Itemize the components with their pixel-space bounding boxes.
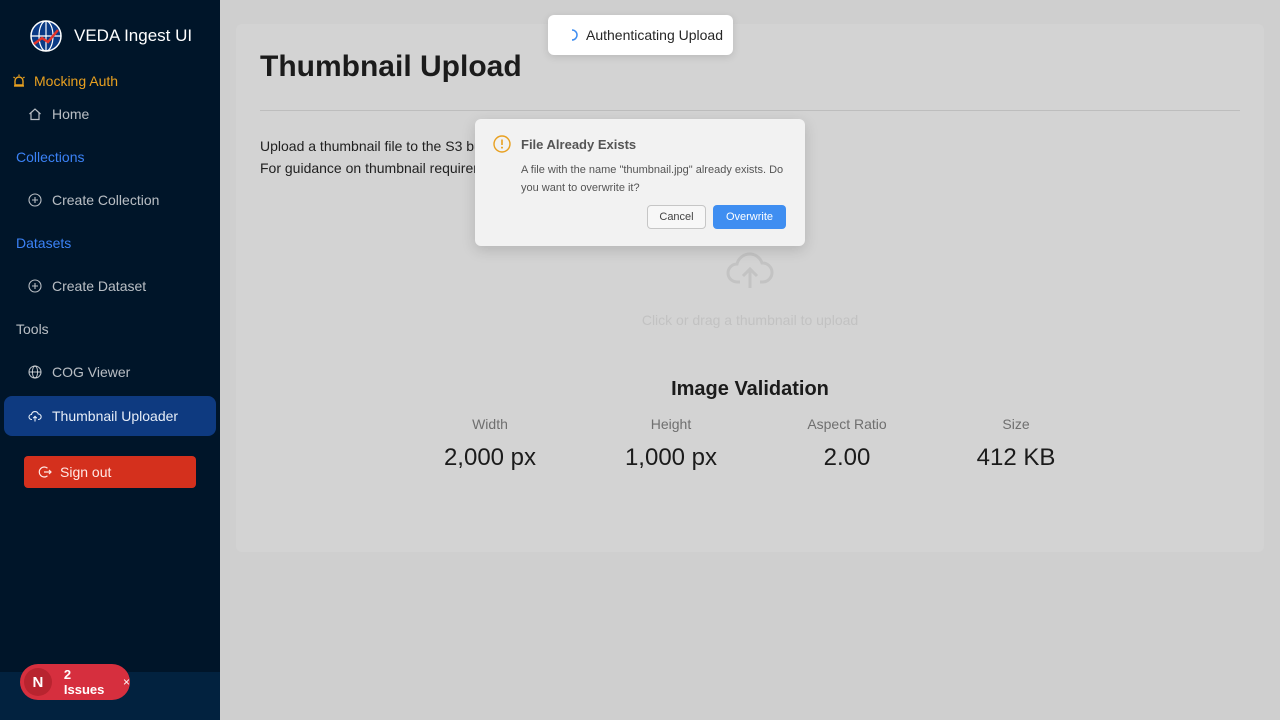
- sidebar-item-label: Home: [52, 106, 90, 122]
- sidebar-item-cog-viewer[interactable]: COG Viewer: [4, 352, 216, 392]
- stat-label: Width: [472, 416, 508, 432]
- stat-label: Height: [650, 416, 692, 432]
- close-icon[interactable]: ×: [123, 675, 130, 689]
- cloud-upload-icon: [28, 411, 42, 422]
- cloud-upload-icon[interactable]: [726, 250, 774, 290]
- validation-title: Image Validation: [671, 378, 829, 400]
- sidebar-item-create-collection[interactable]: Create Collection: [4, 180, 216, 220]
- group-label-datasets[interactable]: Datasets: [16, 235, 71, 251]
- upload-dropzone-prompt[interactable]: Click or drag a thumbnail to upload: [236, 312, 1264, 328]
- brand[interactable]: VEDA Ingest UI: [30, 20, 192, 52]
- home-icon: [29, 108, 41, 121]
- plus-circle-icon: [28, 193, 42, 207]
- app-title: VEDA Ingest UI: [74, 26, 193, 45]
- divider: [260, 110, 1240, 111]
- nextjs-logo-icon: N: [24, 668, 52, 696]
- plus-circle-icon: [28, 279, 42, 293]
- issues-count: 2 Issues: [63, 667, 105, 697]
- sidebar-item-thumbnail-uploader[interactable]: Thumbnail Uploader: [4, 396, 216, 436]
- stat-value: 412 KB: [976, 444, 1056, 471]
- sign-out-label: Sign out: [60, 464, 112, 480]
- mock-auth-label: Mocking Auth: [34, 73, 119, 89]
- page-description: Upload a thumbnail file to the S3 bucket…: [260, 138, 512, 154]
- stat-value: 2,000 px: [443, 444, 537, 471]
- dialog-message: A file with the name "thumbnail.jpg" alr…: [521, 164, 784, 194]
- logout-icon: [38, 466, 52, 478]
- loading-toast: Authenticating Upload: [548, 15, 733, 55]
- page-title: Thumbnail Upload: [260, 50, 522, 83]
- stat-value: 1,000 px: [624, 444, 718, 471]
- sidebar: VEDA Ingest UI Mocking Auth Home Collect…: [0, 0, 220, 720]
- group-label-tools: Tools: [16, 321, 49, 337]
- sidebar-item-home[interactable]: Home: [4, 94, 216, 134]
- sign-out-button[interactable]: Sign out: [24, 456, 196, 488]
- stat-width: Width 2,000 px: [400, 416, 580, 472]
- globe-icon: [28, 365, 42, 379]
- toast-message: Authenticating Upload: [586, 27, 723, 43]
- stat-label: Aspect Ratio: [807, 416, 887, 432]
- stat-height: Height 1,000 px: [581, 416, 761, 472]
- stat-label: Size: [1002, 416, 1030, 432]
- overwrite-button[interactable]: Overwrite: [713, 205, 786, 229]
- globe-logo-icon: [30, 20, 62, 52]
- overwrite-confirm-dialog: File Already Exists A file with the name…: [475, 119, 805, 246]
- sidebar-item-label: Create Dataset: [52, 278, 147, 294]
- warning-icon: [493, 135, 511, 153]
- mock-auth-indicator: Mocking Auth: [12, 73, 118, 89]
- dialog-title: File Already Exists: [521, 137, 637, 152]
- cancel-button[interactable]: Cancel: [647, 205, 706, 229]
- loading-spinner-icon: [571, 29, 578, 41]
- sidebar-item-create-dataset[interactable]: Create Dataset: [4, 266, 216, 306]
- sidebar-item-label: Create Collection: [52, 192, 160, 208]
- sidebar-item-label: Thumbnail Uploader: [52, 408, 179, 424]
- issues-indicator[interactable]: N 2 Issues ×: [20, 664, 130, 700]
- stat-size: Size 412 KB: [926, 416, 1106, 472]
- main-card: Thumbnail Upload Upload a thumbnail file…: [236, 24, 1264, 552]
- group-label-collections[interactable]: Collections: [16, 149, 84, 165]
- stat-aspect-ratio: Aspect Ratio 2.00: [757, 416, 937, 472]
- stat-value: 2.00: [823, 444, 871, 471]
- alarm-icon: [13, 74, 25, 87]
- sidebar-item-label: COG Viewer: [52, 364, 131, 380]
